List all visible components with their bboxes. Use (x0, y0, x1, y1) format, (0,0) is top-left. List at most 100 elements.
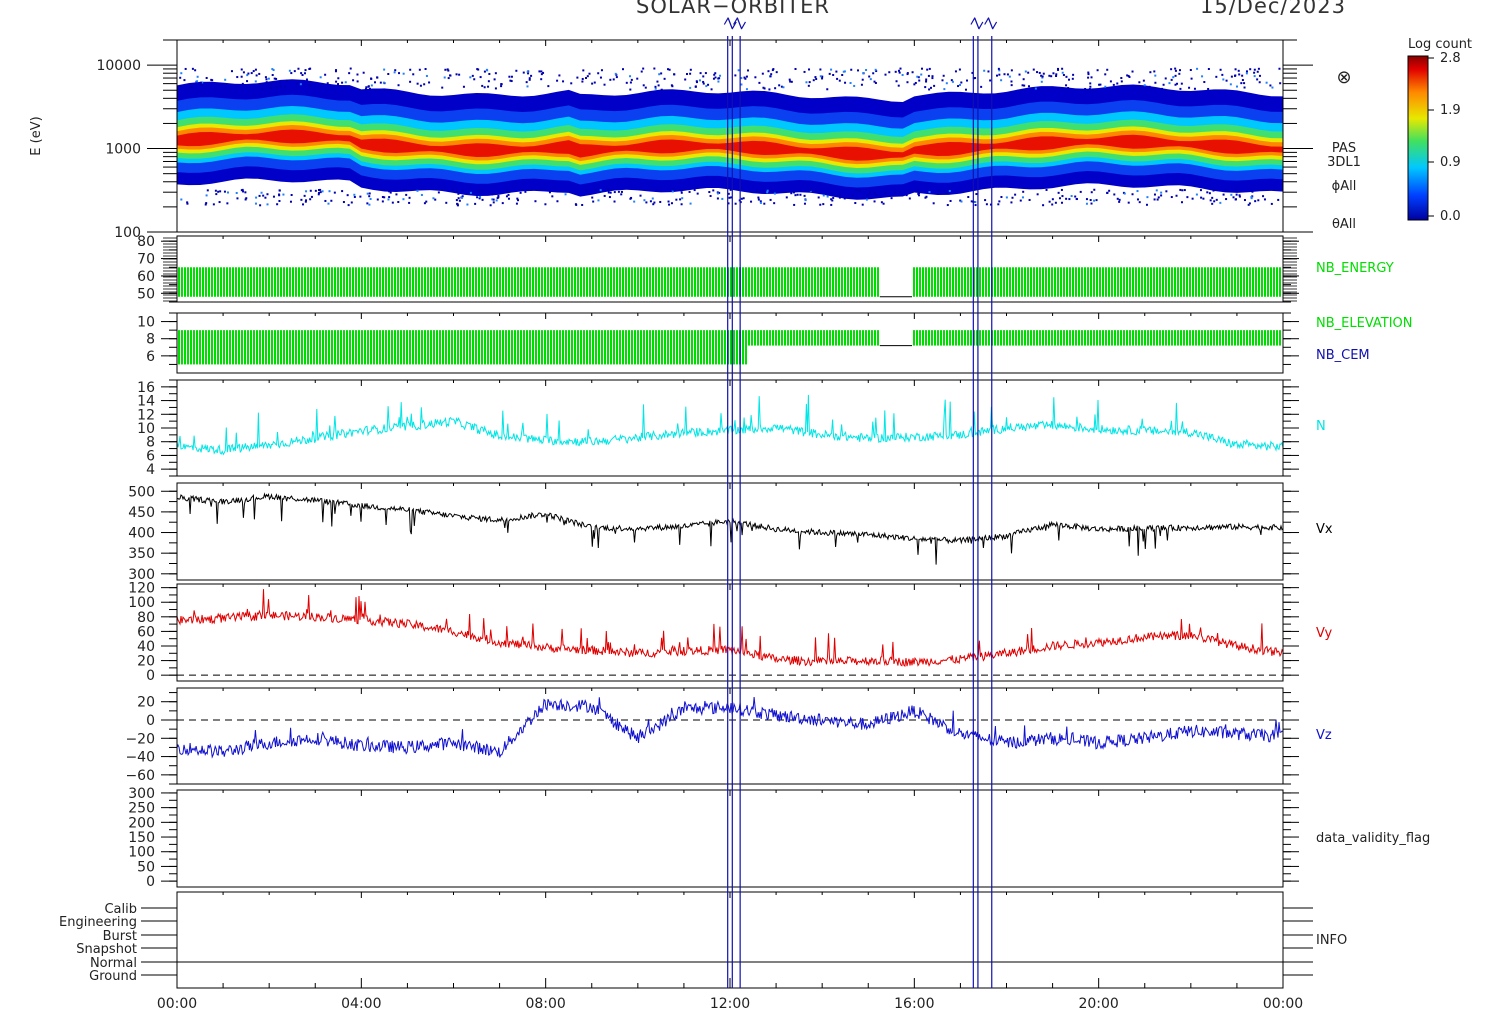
noise-pixel (888, 71, 891, 74)
noise-pixel (402, 72, 405, 75)
noise-pixel (897, 69, 900, 72)
noise-pixel (1057, 191, 1060, 194)
noise-pixel (1253, 75, 1256, 78)
noise-pixel (1232, 196, 1235, 199)
noise-pixel (254, 68, 257, 71)
noise-pixel (184, 67, 187, 70)
noise-pixel (506, 189, 509, 192)
noise-pixel (269, 86, 272, 89)
noise-pixel (1014, 193, 1017, 196)
noise-pixel (607, 191, 610, 194)
noise-pixel (219, 190, 222, 193)
noise-pixel (1018, 73, 1021, 76)
noise-pixel (658, 73, 661, 76)
noise-pixel (337, 77, 340, 80)
noise-pixel (525, 81, 528, 84)
noise-pixel (880, 201, 883, 204)
noise-pixel (1118, 200, 1121, 203)
info-category-label: Ground (89, 969, 137, 984)
noise-pixel (819, 75, 822, 78)
noise-pixel (517, 199, 520, 202)
noise-pixel (728, 196, 731, 199)
noise-pixel (868, 75, 871, 78)
noise-pixel (379, 81, 382, 84)
noise-pixel (443, 76, 446, 79)
noise-pixel (1165, 190, 1168, 193)
noise-pixel (397, 84, 400, 87)
noise-pixel (1240, 82, 1243, 85)
noise-pixel (507, 197, 510, 200)
info-label: INFO (1316, 933, 1347, 948)
colorbar (1407, 55, 1429, 221)
noise-pixel (873, 80, 876, 83)
noise-pixel (456, 202, 459, 205)
noise-pixel (302, 203, 305, 206)
noise-pixel (1036, 71, 1039, 74)
noise-pixel (1061, 71, 1064, 74)
noise-pixel (1196, 67, 1199, 70)
noise-pixel (1123, 192, 1126, 195)
noise-pixel (1206, 191, 1209, 194)
noise-pixel (365, 86, 368, 89)
noise-pixel (1174, 67, 1177, 70)
noise-pixel (758, 191, 761, 194)
noise-pixel (826, 195, 829, 198)
noise-pixel (680, 189, 683, 192)
noise-pixel (212, 203, 215, 206)
noise-pixel (745, 88, 748, 91)
noise-pixel (704, 72, 707, 75)
noise-pixel (768, 88, 771, 91)
noise-pixel (629, 88, 632, 91)
noise-pixel (884, 73, 887, 76)
noise-pixel (461, 196, 464, 199)
noise-pixel (1241, 74, 1244, 77)
noise-pixel (927, 74, 930, 77)
noise-pixel (1229, 83, 1232, 86)
noise-pixel (966, 79, 969, 82)
noise-pixel (500, 83, 503, 86)
x-tick-label: 00:00 (1263, 996, 1303, 1012)
noise-pixel (668, 203, 671, 206)
info-category-label: Snapshot (76, 942, 137, 957)
nb-energy-label: NB_ENERGY (1316, 261, 1394, 276)
noise-pixel (278, 189, 281, 192)
noise-pixel (831, 199, 834, 202)
noise-pixel (1142, 79, 1145, 82)
noise-pixel (526, 85, 529, 88)
noise-pixel (951, 80, 954, 83)
noise-pixel (585, 189, 588, 192)
noise-pixel (1155, 189, 1158, 192)
noise-pixel (282, 193, 285, 196)
noise-pixel (387, 198, 390, 201)
noise-pixel (924, 86, 927, 89)
noise-pixel (844, 81, 847, 84)
noise-pixel (397, 200, 400, 203)
noise-pixel (759, 201, 762, 204)
noise-pixel (721, 197, 724, 200)
noise-pixel (1200, 196, 1203, 199)
noise-pixel (394, 69, 397, 72)
noise-pixel (1054, 201, 1057, 204)
noise-pixel (347, 204, 350, 207)
noise-pixel (1037, 87, 1040, 90)
noise-pixel (983, 69, 986, 72)
noise-pixel (769, 198, 772, 201)
noise-pixel (869, 78, 872, 81)
noise-pixel (817, 196, 820, 199)
noise-pixel (1208, 192, 1211, 195)
noise-pixel (1022, 78, 1025, 81)
noise-pixel (633, 200, 636, 203)
noise-pixel (937, 189, 940, 192)
noise-pixel (1011, 196, 1014, 199)
spectrogram-label: ϕAll (1332, 179, 1357, 194)
noise-pixel (479, 76, 482, 79)
noise-pixel (1062, 74, 1065, 77)
noise-pixel (186, 201, 189, 204)
noise-pixel (449, 74, 452, 77)
noise-pixel (368, 195, 371, 198)
noise-pixel (204, 203, 207, 206)
y-tick-label: −20 (125, 731, 155, 747)
noise-pixel (1085, 198, 1088, 201)
x-tick-label: 12:00 (710, 996, 750, 1012)
noise-pixel (918, 192, 921, 195)
